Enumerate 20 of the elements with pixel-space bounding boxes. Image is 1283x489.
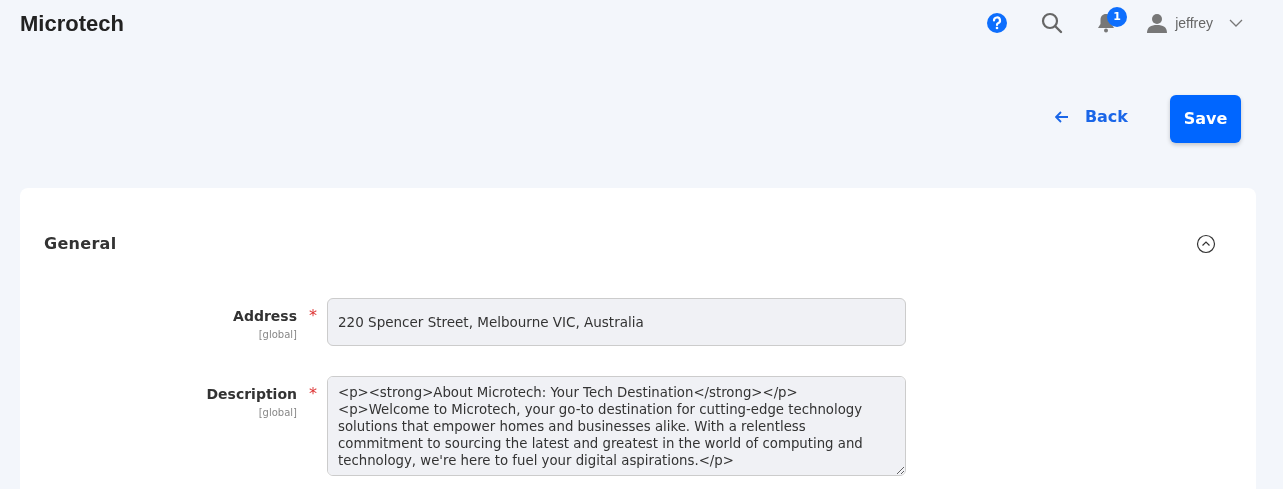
back-link[interactable]: Back [1044,99,1138,135]
collapse-toggle-icon[interactable] [1196,234,1216,254]
user-icon[interactable] [1147,13,1168,33]
scope-label: [global] [258,328,297,342]
input-field[interactable]: 220 Spencer Street, Melbourne VIC, Australia [327,298,906,346]
section-title: General [44,233,117,255]
required-mark: * [308,305,318,327]
notification-count: 1 [1107,7,1128,27]
save-button[interactable]: Save [1170,95,1241,143]
help-icon[interactable] [987,13,1008,33]
app-title: Microtech [20,9,124,38]
text-area[interactable]: <p><strong>About Microtech: Your Tech Destination</strong></p> <p>Welcome to Microtech, your go-to destination for cutting-edge technology solutions that empower homes and businesses alike. With a relentless commitment to sourcing the latest and greatest in the world of computing and technology, we're here to fuel your digital aspirations.</p> [327,376,906,476]
search-icon[interactable] [1041,12,1064,34]
scope-label: [global] [258,406,297,420]
field-label: Address [233,307,297,326]
user-name[interactable]: jeffrey [1175,12,1213,34]
required-mark: * [308,383,318,405]
chevron-down-icon[interactable] [1229,19,1243,27]
arrow-left-icon [1054,111,1069,123]
field-label: Description [206,385,297,404]
